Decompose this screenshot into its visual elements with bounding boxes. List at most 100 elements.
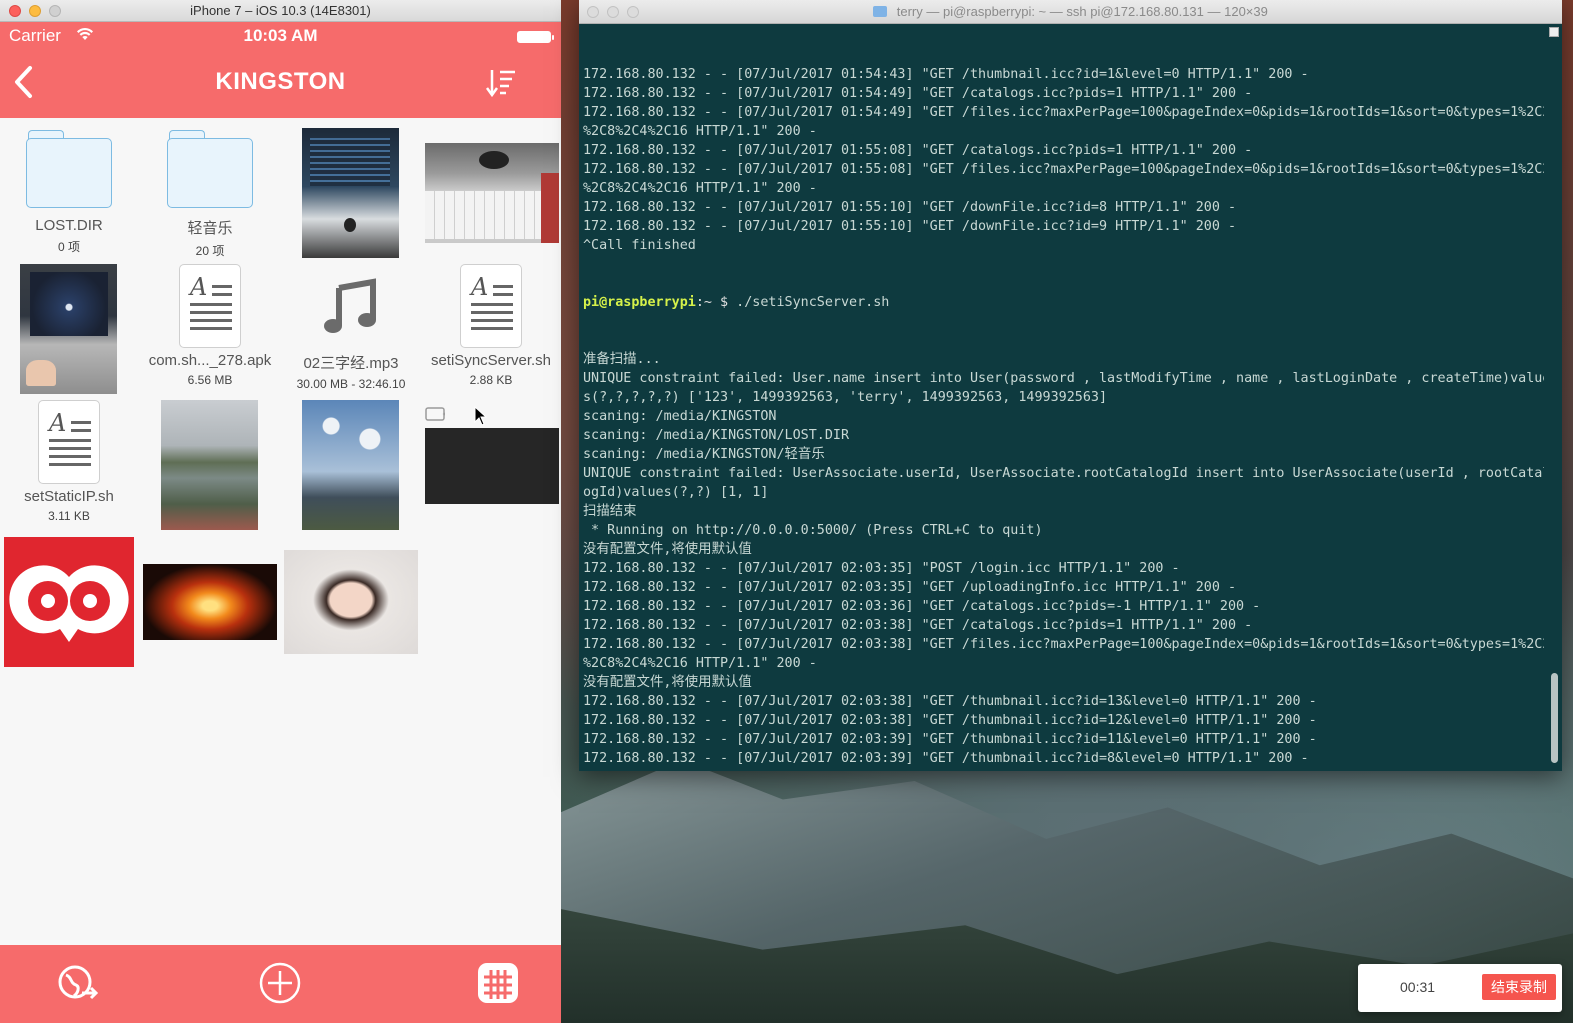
terminal-line: 172.168.80.132 - - [07/Jul/2017 02:03:38… [583,713,1317,728]
prompt-command: ./setiSyncServer.sh [728,295,890,310]
prompt-path: :~ $ [695,295,729,310]
mouse-pointer-icon [474,405,488,426]
terminal-output[interactable]: 172.168.80.132 - - [07/Jul/2017 01:54:43… [583,27,1544,771]
terminal-line: 准备扫描... [583,352,661,367]
minimize-button[interactable] [29,5,41,17]
terminal-line: %2C8%2C4%2C16 HTTP/1.1" 200 - [583,656,817,671]
prompt-user: pi@raspberrypi [583,295,696,310]
terminal-line: 172.168.80.132 - - [07/Jul/2017 02:03:39… [583,768,1544,771]
app-logo-thumbnail[interactable] [4,537,134,667]
folder-item-music[interactable]: 轻音乐 20 项 [140,130,280,259]
recording-timer: 00:31 [1400,979,1436,995]
tab-bar [0,945,561,1023]
terminal-line: ^Call finished [583,238,696,253]
terminal-line: 没有配置文件,将使用默认值 [583,675,752,690]
terminal-prompt-line: pi@raspberrypi:~ $ ./setiSyncServer.sh [583,293,1544,312]
terminal-line: 172.168.80.132 - - [07/Jul/2017 01:54:43… [583,67,1309,82]
sort-icon[interactable] [485,68,517,98]
photo-thumbnail-sky[interactable] [302,400,399,530]
terminal-line: scaning: /media/KINGSTON [583,409,777,424]
navigation-bar: KINGSTON [0,50,561,118]
item-name: 轻音乐 [187,220,233,237]
file-grid: LOST.DIR 0 项 轻音乐 20 项 A com.sh..._278.ap… [0,118,561,945]
globe-share-icon[interactable] [56,961,100,1005]
terminal-line: * Running on http://0.0.0.0:5000/ (Press… [583,523,1043,538]
battery-icon [517,31,554,43]
photo-thumbnail-laptop[interactable] [20,264,117,394]
item-meta: 3.11 KB [48,509,90,523]
zoom-button[interactable] [49,5,61,17]
terminal-log-after: 准备扫描... UNIQUE constraint failed: User.na… [583,350,1544,771]
terminal-close-button[interactable] [587,6,599,18]
terminal-line: 172.168.80.132 - - [07/Jul/2017 02:03:35… [583,561,1180,576]
terminal-line: 172.168.80.132 - - [07/Jul/2017 01:54:49… [583,86,1253,101]
simulator-window: iPhone 7 – iOS 10.3 (14E8301) Carrier 10… [0,0,561,1023]
terminal-zoom-button[interactable] [627,6,639,18]
photo-thumbnail-keyboard[interactable] [425,143,559,243]
terminal-scrollbar[interactable] [1547,27,1559,767]
folder-icon [26,130,112,208]
music-note-icon [311,264,391,348]
grid-view-icon[interactable] [476,961,520,1005]
folder-icon [873,6,888,17]
item-meta: 20 项 [195,244,225,258]
item-name: setStaticIP.sh [24,488,114,505]
close-button[interactable] [9,5,21,17]
terminal-line: 172.168.80.132 - - [07/Jul/2017 02:03:38… [583,694,1317,709]
terminal-line: scaning: /media/KINGSTON/LOST.DIR [583,428,850,443]
terminal-line: 172.168.80.132 - - [07/Jul/2017 02:03:38… [583,637,1544,652]
document-icon: A [38,400,100,484]
terminal-line: 172.168.80.132 - - [07/Jul/2017 02:03:35… [583,580,1237,595]
file-item-mp3[interactable]: 02三字经.mp3 30.00 MB - 32:46.10 [281,264,421,391]
item-name: LOST.DIR [35,217,103,234]
terminal-titlebar: terry — pi@raspberrypi: ~ — ssh pi@172.1… [579,0,1562,24]
folder-item-lost-dir[interactable]: LOST.DIR 0 项 [0,130,139,255]
scrollbar-thumb[interactable] [1551,673,1558,763]
terminal-line: 172.168.80.132 - - [07/Jul/2017 02:03:38… [583,618,1253,633]
terminal-line: UNIQUE constraint failed: User.name inse… [583,371,1544,386]
video-camera-icon [425,406,445,422]
terminal-title: terry — pi@raspberrypi: ~ — ssh pi@172.1… [896,4,1268,19]
terminal-line: 172.168.80.132 - - [07/Jul/2017 01:54:49… [583,105,1544,120]
photo-thumbnail-baby[interactable] [284,550,418,654]
file-item-setisyncserver[interactable]: A setiSyncServer.sh 2.88 KB [421,264,561,387]
terminal-line: s(?,?,?,?,?) ['123', 1499392563, 'terry'… [583,390,1108,405]
terminal-line: ogId)values(?,?) [1, 1] [583,485,769,500]
terminal-line: 没有配置文件,将使用默认值 [583,542,752,557]
file-item-apk[interactable]: A com.sh..._278.apk 6.56 MB [140,264,280,387]
screen-recorder-widget: 00:31 结束录制 [1358,964,1562,1012]
item-name: 02三字经.mp3 [303,355,399,372]
terminal-line: %2C8%2C4%2C16 HTTP/1.1" 200 - [583,124,817,139]
simulator-title: iPhone 7 – iOS 10.3 (14E8301) [190,3,371,18]
document-icon: A [460,264,522,348]
item-meta: 0 项 [57,240,80,254]
item-meta: 30.00 MB - 32:46.10 [296,377,406,391]
photo-thumbnail-fire[interactable] [143,564,277,640]
nav-title: KINGSTON [215,68,346,95]
photo-thumbnail-computer[interactable] [302,128,399,258]
item-name: setiSyncServer.sh [430,352,552,369]
video-thumbnail[interactable] [425,428,559,504]
terminal-line: UNIQUE constraint failed: UserAssociate.… [583,466,1544,481]
terminal-line: %2C8%2C4%2C16 HTTP/1.1" 200 - [583,181,817,196]
terminal-window: terry — pi@raspberrypi: ~ — ssh pi@172.1… [579,0,1562,771]
simulator-titlebar: iPhone 7 – iOS 10.3 (14E8301) [0,0,561,22]
terminal-minimize-button[interactable] [607,6,619,18]
terminal-line: 172.168.80.132 - - [07/Jul/2017 01:55:10… [583,200,1237,215]
item-name: com.sh..._278.apk [148,352,272,369]
terminal-line: 172.168.80.132 - - [07/Jul/2017 02:03:36… [583,599,1261,614]
terminal-line: 172.168.80.132 - - [07/Jul/2017 01:55:08… [583,143,1253,158]
terminal-line: 172.168.80.132 - - [07/Jul/2017 02:03:39… [583,732,1317,747]
add-icon[interactable] [258,961,302,1005]
item-meta: 2.88 KB [469,373,513,387]
item-meta: 6.56 MB [187,373,233,387]
terminal-line: scaning: /media/KINGSTON/轻音乐 [583,447,825,462]
terminal-log-before: 172.168.80.132 - - [07/Jul/2017 01:54:43… [583,65,1544,255]
file-item-setstaticip[interactable]: A setStaticIP.sh 3.11 KB [0,400,139,523]
folder-icon [167,130,253,208]
terminal-line: 172.168.80.132 - - [07/Jul/2017 01:55:08… [583,162,1544,177]
stop-recording-button[interactable]: 结束录制 [1482,974,1556,1000]
ios-status-bar: Carrier 10:03 AM [0,22,561,50]
terminal-line: 172.168.80.132 - - [07/Jul/2017 01:55:10… [583,219,1237,234]
photo-thumbnail-lake[interactable] [161,400,258,530]
